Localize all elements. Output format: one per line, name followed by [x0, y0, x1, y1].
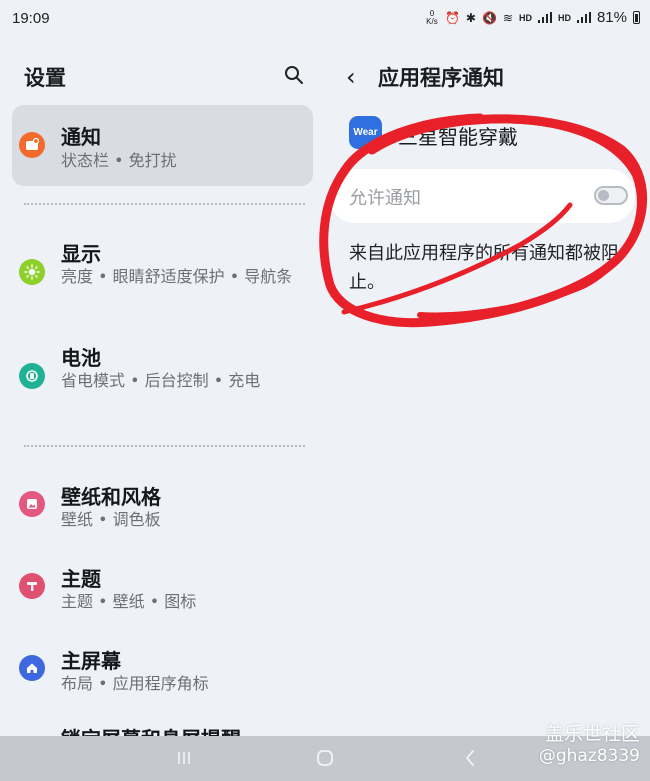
alarm-icon: ⏰ [444, 10, 460, 25]
status-bar: 19:09 0 K/s ⏰ ✱ 🔇 ≋ HD HD 81% [0, 0, 650, 36]
status-icons: 0 K/s ⏰ ✱ 🔇 ≋ HD HD 81% [425, 9, 640, 26]
settings-item-battery[interactable]: 电池 省电模式 • 后台控制 • 充电 [12, 338, 313, 418]
settings-title: 设置 [24, 65, 66, 90]
allow-notifications-row[interactable]: 允许通知 [329, 169, 635, 223]
hd-badge-1: HD [518, 12, 532, 23]
settings-item-display-title: 显示 [61, 242, 101, 266]
notification-icon [19, 132, 45, 158]
settings-item-home-screen[interactable]: 主屏幕 布局 • 应用程序角标 [12, 641, 313, 701]
battery-status-icon [633, 11, 640, 24]
blocked-message: 来自此应用程序的所有通知都被阻止。 [349, 243, 619, 293]
settings-item-home-screen-subtitle: 布局 • 应用程序角标 [61, 674, 209, 693]
settings-item-home-screen-title: 主屏幕 [61, 649, 121, 673]
recent-apps-button[interactable] [172, 746, 196, 770]
settings-item-lock-screen-title: 锁定屏幕和息屏提醒 [61, 723, 241, 736]
settings-item-wallpaper[interactable]: 壁纸和风格 壁纸 • 调色板 [12, 477, 313, 537]
search-icon[interactable] [284, 65, 304, 85]
settings-item-notifications[interactable]: 通知 状态栏 • 免打扰 [12, 105, 313, 186]
bluetooth-icon: ✱ [465, 10, 476, 25]
app-name: 三星智能穿戴 [398, 125, 518, 149]
hd-badge-2: HD [557, 12, 571, 23]
battery-icon [19, 363, 45, 389]
signal-icon-2 [576, 12, 591, 23]
watermark-handle: @ghaz8339 [538, 746, 640, 766]
settings-item-theme-title: 主题 [61, 567, 101, 591]
display-sun-icon [19, 259, 45, 285]
section-divider [24, 445, 305, 447]
settings-item-wallpaper-subtitle: 壁纸 • 调色板 [61, 510, 161, 529]
settings-item-theme[interactable]: 主题 主题 • 壁纸 • 图标 [12, 559, 313, 619]
settings-item-wallpaper-title: 壁纸和风格 [61, 485, 161, 509]
wear-app-icon: Wear [349, 116, 382, 149]
mute-icon: 🔇 [481, 10, 497, 25]
home-button[interactable] [313, 746, 337, 770]
settings-item-theme-subtitle: 主题 • 壁纸 • 图标 [61, 592, 197, 611]
app-notifications-title: 应用程序通知 [378, 65, 504, 90]
settings-item-notifications-title: 通知 [61, 125, 101, 149]
settings-item-notifications-subtitle: 状态栏 • 免打扰 [61, 151, 177, 170]
signal-icon-1 [537, 12, 552, 23]
home-icon [19, 655, 45, 681]
allow-notifications-toggle[interactable] [594, 186, 628, 205]
settings-item-display-subtitle: 亮度 • 眼睛舒适度保护 • 导航条 [61, 267, 293, 286]
wallpaper-icon [19, 491, 45, 517]
battery-percent: 81% [596, 9, 627, 26]
settings-item-lock-screen[interactable]: 锁定屏幕和息屏提醒 [12, 723, 313, 736]
toggle-knob [598, 190, 609, 201]
watermark-title: 盖乐世社区 [544, 723, 640, 745]
network-speed-indicator: 0 K/s [426, 8, 438, 26]
theme-icon [19, 573, 45, 599]
wifi-icon: ≋ [502, 10, 513, 25]
settings-item-battery-title: 电池 [61, 346, 101, 370]
status-time: 19:09 [12, 10, 50, 27]
settings-item-display[interactable]: 显示 亮度 • 眼睛舒适度保护 • 导航条 [12, 234, 313, 314]
back-arrow-icon[interactable]: ‹ [346, 63, 356, 91]
back-button[interactable] [458, 746, 482, 770]
allow-notifications-label: 允许通知 [349, 188, 421, 209]
settings-item-battery-subtitle: 省电模式 • 后台控制 • 充电 [61, 371, 261, 390]
section-divider [24, 203, 305, 205]
